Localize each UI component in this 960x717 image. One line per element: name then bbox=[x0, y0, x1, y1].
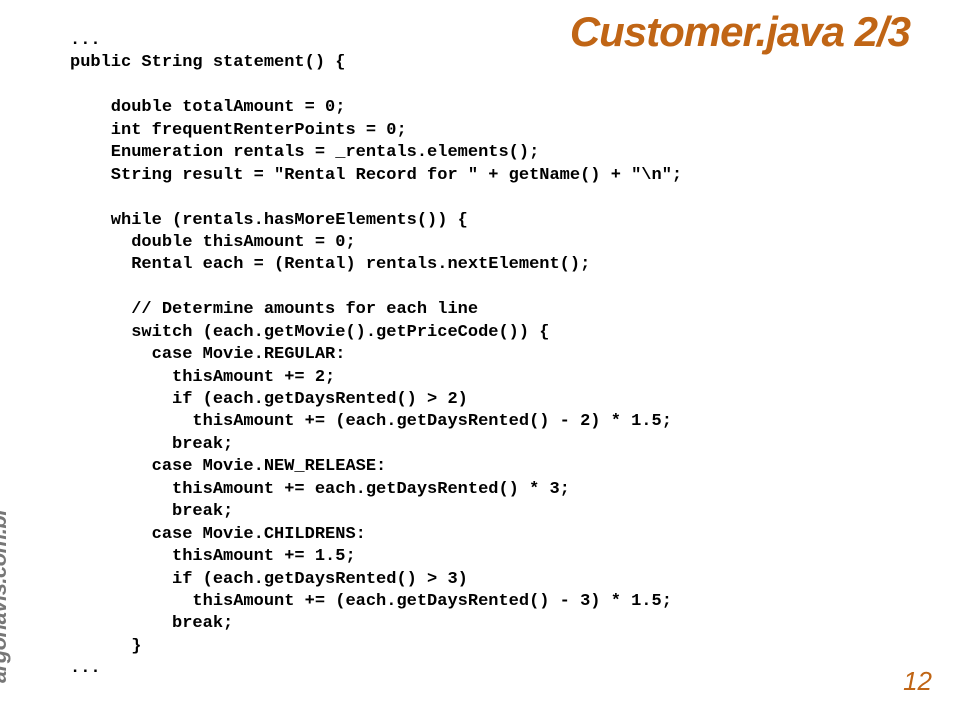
brand-watermark: argonavis.com.br bbox=[0, 508, 12, 683]
page-number: 12 bbox=[903, 666, 932, 697]
code-block: ... public String statement() { double t… bbox=[70, 30, 682, 681]
slide: Customer.java 2/3 ... public String stat… bbox=[0, 0, 960, 717]
